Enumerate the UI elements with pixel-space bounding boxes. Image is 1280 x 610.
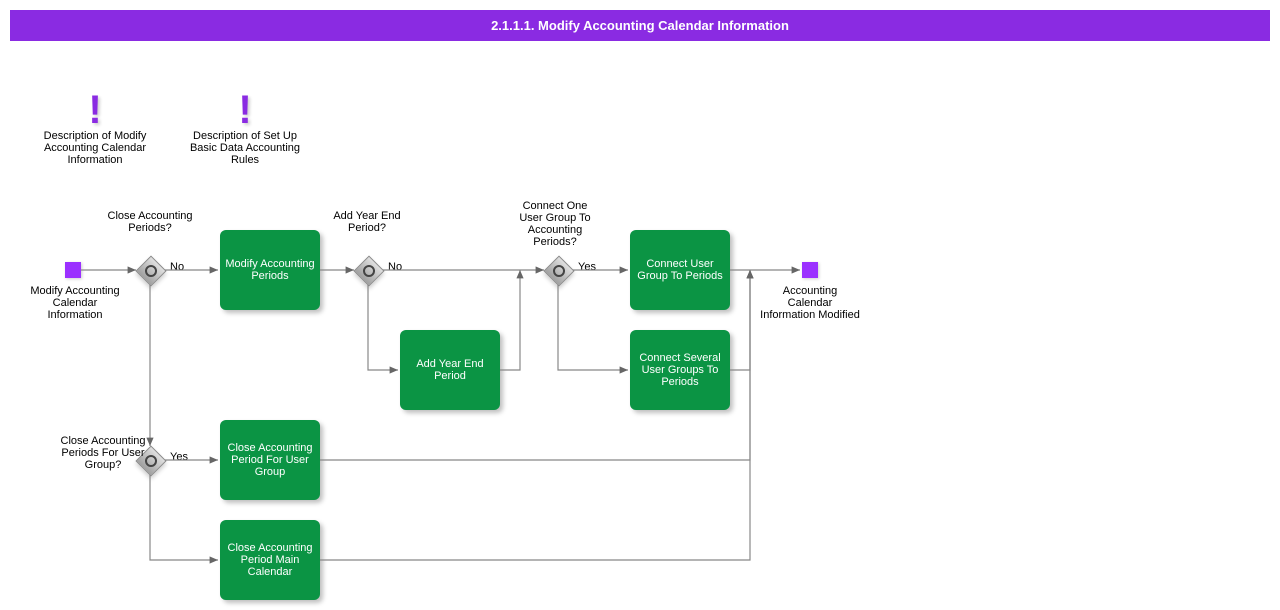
branch-g1-no: No xyxy=(170,261,184,273)
task-modify-periods: Modify Accounting Periods xyxy=(220,230,320,310)
branch-g4-yes: Yes xyxy=(170,451,188,463)
end-event-label: Accounting Calendar Information Modified xyxy=(760,285,860,321)
task-close-main-calendar: Close Accounting Period Main Calendar xyxy=(220,520,320,600)
task-close-for-user-group: Close Accounting Period For User Group xyxy=(220,420,320,500)
start-event xyxy=(65,262,81,278)
gateway-add-year-end-label: Add Year End Period? xyxy=(322,210,412,234)
branch-g2-no: No xyxy=(388,261,402,273)
gateway-close-for-user-group-label: Close Accounting Periods For User Group? xyxy=(58,435,148,471)
info-desc-modify-label: Description of Modify Accounting Calenda… xyxy=(30,130,160,166)
task-add-year-end: Add Year End Period xyxy=(400,330,500,410)
gateway-close-periods xyxy=(135,255,166,286)
task-connect-several-groups: Connect Several User Groups To Periods xyxy=(630,330,730,410)
exclamation-icon: ! xyxy=(180,90,310,130)
info-desc-setup-label: Description of Set Up Basic Data Account… xyxy=(180,130,310,166)
end-event xyxy=(802,262,818,278)
task-connect-user-group: Connect User Group To Periods xyxy=(630,230,730,310)
gateway-connect-user-group-label: Connect One User Group To Accounting Per… xyxy=(510,200,600,248)
gateway-close-periods-label: Close Accounting Periods? xyxy=(105,210,195,234)
branch-g3-yes: Yes xyxy=(578,261,596,273)
page-title: 2.1.1.1. Modify Accounting Calendar Info… xyxy=(10,10,1270,41)
info-desc-modify: ! Description of Modify Accounting Calen… xyxy=(30,90,160,166)
info-desc-setup: ! Description of Set Up Basic Data Accou… xyxy=(180,90,310,166)
exclamation-icon: ! xyxy=(30,90,160,130)
start-event-label: Modify Accounting Calendar Information xyxy=(25,285,125,321)
gateway-connect-user-group xyxy=(543,255,574,286)
gateway-add-year-end xyxy=(353,255,384,286)
